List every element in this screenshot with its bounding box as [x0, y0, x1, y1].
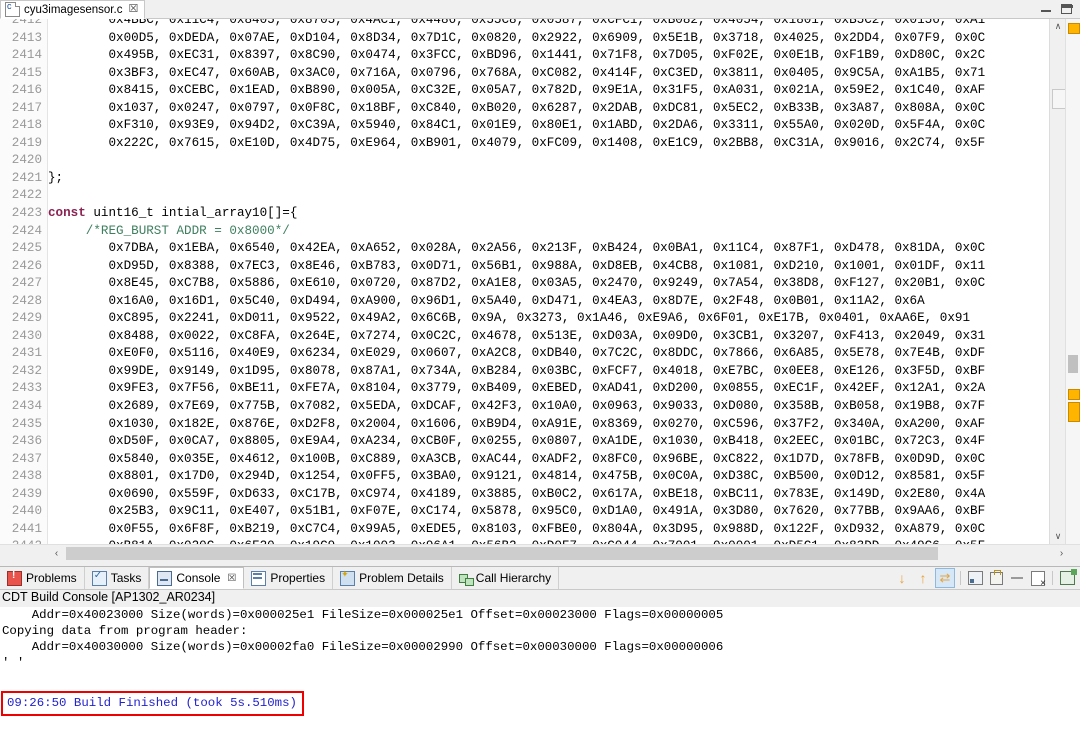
ruler-selection-marker — [1068, 355, 1078, 373]
scroll-down-arrow-icon[interactable]: ∨ — [1050, 529, 1066, 544]
view-tab-label: Properties — [270, 571, 325, 585]
view-tab-problems[interactable]: Problems — [0, 567, 85, 589]
view-tab-label: Console — [176, 571, 220, 585]
minimize-icon[interactable] — [1041, 7, 1051, 12]
console-line: ' ' — [0, 655, 1080, 671]
view-tab-label: Call Hierarchy — [476, 571, 551, 585]
problems-icon — [7, 571, 22, 586]
console-icon — [157, 571, 172, 586]
tab-bar-empty-area — [146, 0, 1080, 19]
editor-tab-cyu3imagesensor[interactable]: cyu3imagesensor.c ☒ — [0, 0, 145, 19]
view-tab-tasks[interactable]: Tasks — [85, 567, 150, 589]
vertical-scrollbar-thumb[interactable] — [1052, 89, 1066, 109]
overview-ruler[interactable] — [1065, 19, 1080, 544]
close-icon[interactable]: ☒ — [128, 4, 138, 15]
scroll-up-arrow-icon[interactable]: ∧ — [1050, 19, 1066, 34]
bottom-view-panel: Problems Tasks Console ☒ Properties Problem D… — [0, 566, 1080, 741]
scroll-right-arrow-icon[interactable]: › — [1053, 545, 1070, 562]
view-tab-label: Problem Details — [359, 571, 444, 585]
pin-console-icon[interactable] — [987, 569, 1005, 587]
console-output[interactable]: Addr=0x40023000 Size(words)=0x000025e1 F… — [0, 607, 1080, 741]
scroll-left-arrow-icon[interactable]: ‹ — [48, 545, 65, 562]
source-code: 0x4BBC, 0x11C4, 0x8405, 0x8705, 0x4AC1, … — [48, 19, 985, 544]
scroll-up-icon[interactable]: ↑ — [914, 569, 932, 587]
close-icon[interactable]: ☒ — [227, 573, 236, 584]
console-line: Addr=0x40030000 Size(words)=0x00002fa0 F… — [0, 639, 1080, 655]
editor-vertical-scrollbar[interactable]: ∧ ∨ — [1049, 19, 1066, 544]
window-controls — [1041, 0, 1078, 18]
view-tab-label: Problems — [26, 571, 77, 585]
editor-tab-label: cyu3imagesensor.c — [24, 4, 122, 16]
toolbar-separator — [1052, 571, 1053, 585]
code-editor[interactable]: 2412 2413 2414 2415 2416 2417 2418 2419 … — [0, 19, 1080, 544]
editor-tab-bar: cyu3imagesensor.c ☒ — [0, 0, 1080, 20]
editor-horizontal-scrollbar[interactable]: ‹ › — [0, 544, 1080, 562]
open-console-icon[interactable] — [1058, 569, 1076, 587]
view-tab-label: Tasks — [111, 571, 142, 585]
tasks-icon — [92, 571, 107, 586]
scroll-down-icon[interactable]: ↓ — [893, 569, 911, 587]
ruler-warning-marker[interactable] — [1068, 23, 1080, 34]
scroll-lock-icon[interactable]: ⇄ — [935, 568, 955, 588]
maximize-icon[interactable] — [1061, 4, 1072, 14]
call-hierarchy-icon — [459, 572, 472, 585]
view-tab-properties[interactable]: Properties — [244, 567, 333, 589]
properties-icon — [251, 571, 266, 586]
code-text-area[interactable]: 0x4BBC, 0x11C4, 0x8405, 0x8705, 0x4AC1, … — [48, 19, 1033, 544]
build-finished-row: 09:26:50 Build Finished (took 5s.510ms) — [0, 671, 1080, 716]
eclipse-ide-window: cyu3imagesensor.c ☒ 2412 2413 2414 2415 … — [0, 0, 1080, 741]
problem-details-icon — [340, 571, 355, 586]
ruler-warning-marker[interactable] — [1068, 402, 1080, 422]
horizontal-scrollbar-thumb[interactable] — [66, 547, 938, 560]
build-finished-message: 09:26:50 Build Finished (took 5s.510ms) — [1, 691, 304, 716]
view-tab-problem-details[interactable]: Problem Details — [333, 567, 452, 589]
word-wrap-icon[interactable] — [1008, 569, 1026, 587]
toolbar-separator — [960, 571, 961, 585]
console-toolbar: ↓ ↑ ⇄ — [893, 568, 1076, 588]
console-line: Addr=0x40023000 Size(words)=0x000025e1 F… — [0, 607, 1080, 623]
ruler-warning-marker[interactable] — [1068, 389, 1080, 400]
clear-console-icon[interactable] — [966, 569, 984, 587]
remove-console-icon[interactable] — [1029, 569, 1047, 587]
console-line: Copying data from program header: — [0, 623, 1080, 639]
line-number-gutter: 2412 2413 2414 2415 2416 2417 2418 2419 … — [0, 19, 48, 544]
console-title: CDT Build Console [AP1302_AR0234] — [2, 590, 215, 604]
line-numbers: 2412 2413 2414 2415 2416 2417 2418 2419 … — [0, 19, 47, 544]
c-source-file-icon — [5, 2, 20, 17]
view-tab-console[interactable]: Console ☒ — [149, 567, 244, 589]
view-tab-call-hierarchy[interactable]: Call Hierarchy — [452, 567, 559, 589]
